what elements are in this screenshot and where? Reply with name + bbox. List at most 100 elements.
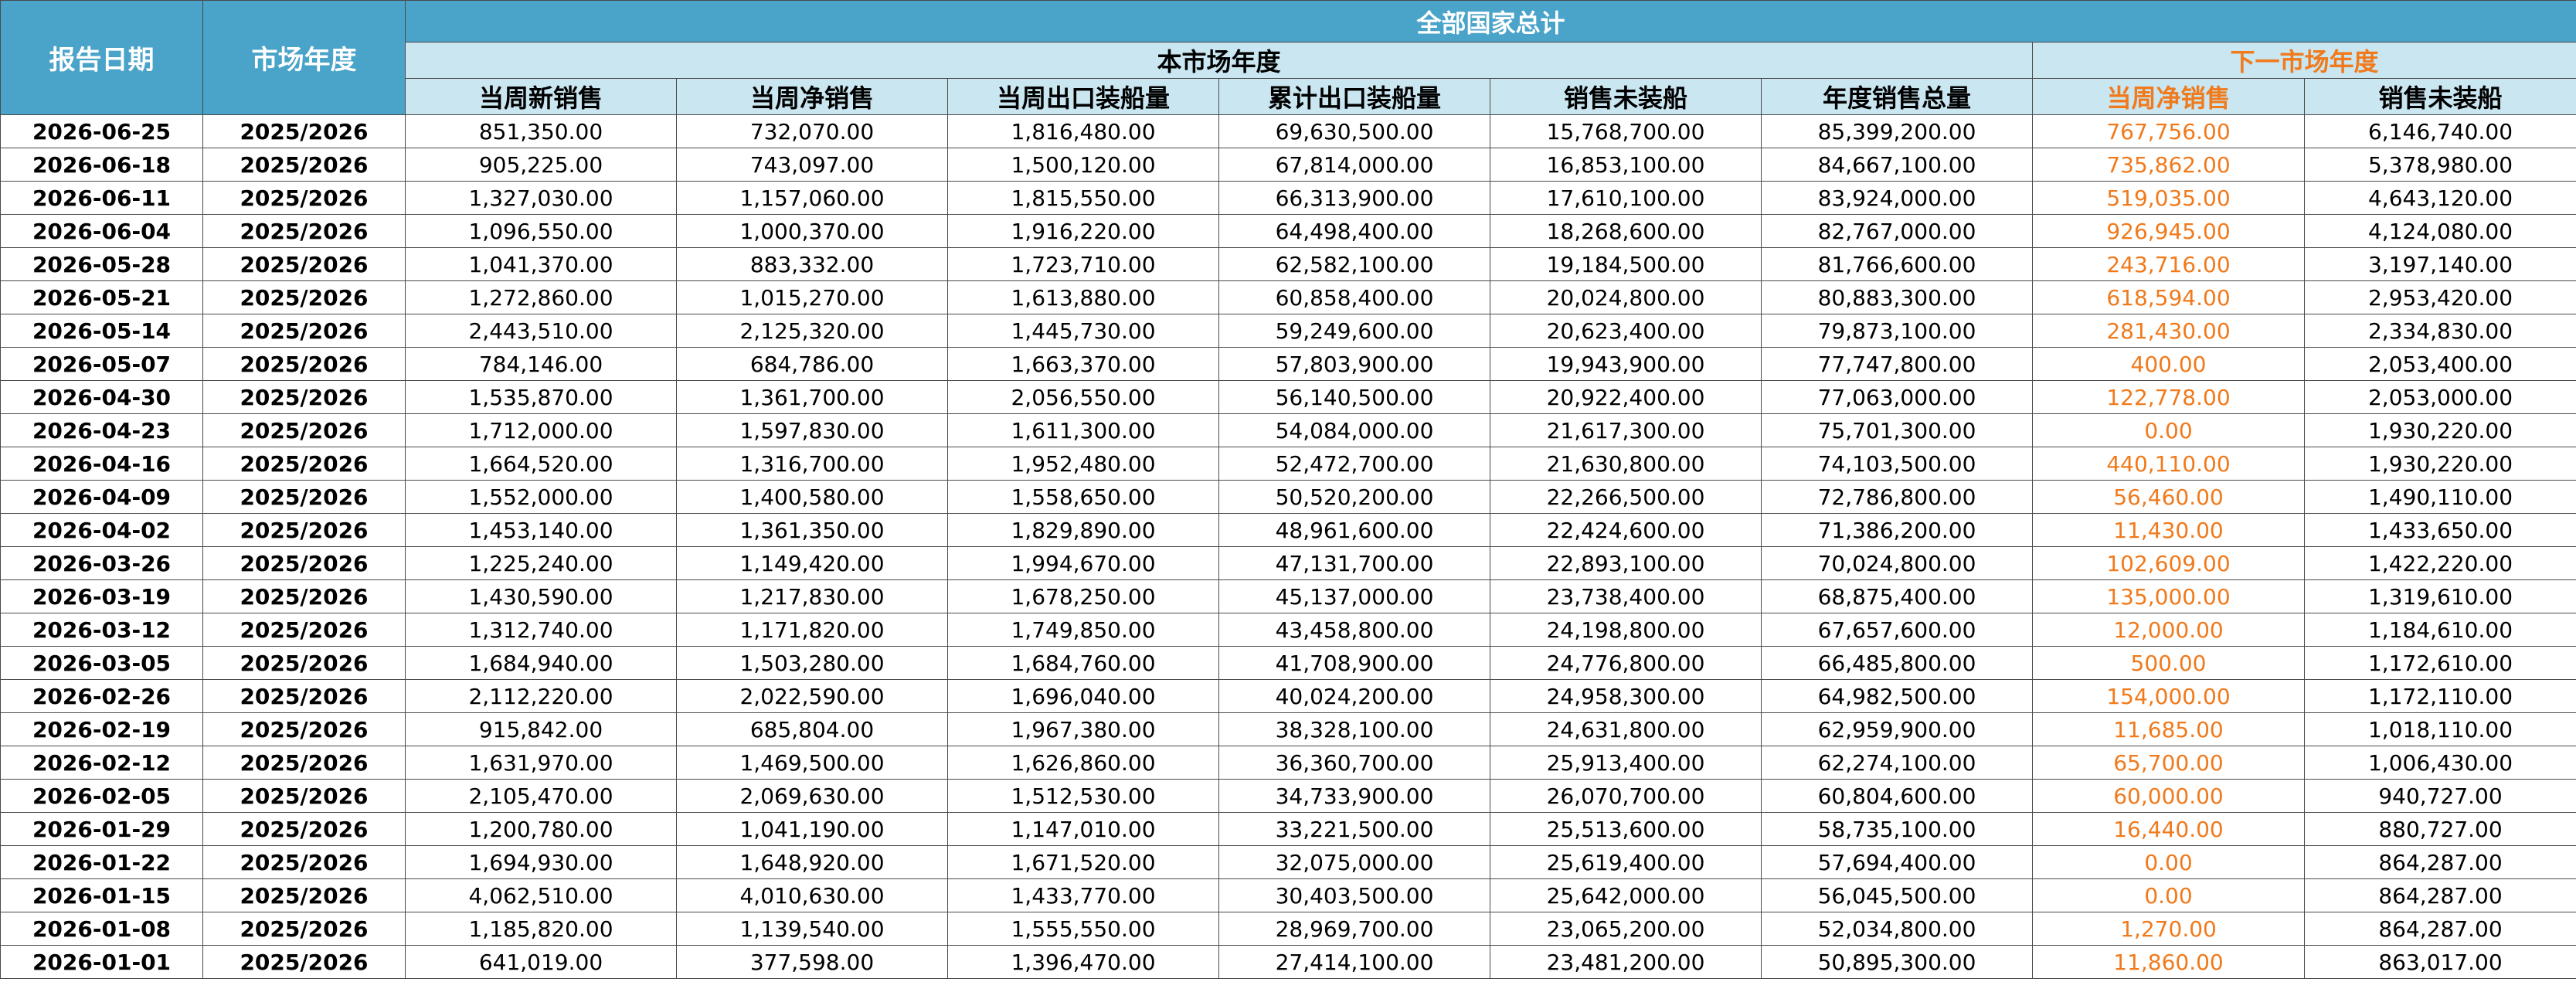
weekly-exports-cell: 1,967,380.00 xyxy=(947,712,1219,746)
total-commitments-cell: 82,767,000.00 xyxy=(1761,214,2033,248)
new-sales-cell: 1,552,000.00 xyxy=(405,480,677,514)
new-sales-cell: 4,062,510.00 xyxy=(405,878,677,912)
market-year-header: 市场年度 xyxy=(202,0,406,115)
net-sales-cell: 4,010,630.00 xyxy=(676,878,948,912)
report-date-cell: 2026-04-23 xyxy=(0,413,203,447)
new-sales-cell: 1,712,000.00 xyxy=(405,413,677,447)
table-row: 2026-01-29 2025/2026 1,200,780.00 1,041,190… xyxy=(0,812,2576,846)
new-sales-cell: 1,535,870.00 xyxy=(405,380,677,414)
net-sales-cell: 883,332.00 xyxy=(676,247,948,281)
net-sales-cell: 1,361,700.00 xyxy=(676,380,948,414)
weekly-exports-cell: 1,663,370.00 xyxy=(947,347,1219,381)
weekly-exports-cell: 1,916,220.00 xyxy=(947,214,1219,248)
outstanding-sales-cell: 24,198,800.00 xyxy=(1490,613,1762,647)
report-date-cell: 2026-04-02 xyxy=(0,513,203,547)
next-outstanding-cell: 4,643,120.00 xyxy=(2303,181,2576,215)
market-year-cell: 2025/2026 xyxy=(202,447,406,481)
net-sales-cell: 1,597,830.00 xyxy=(676,413,948,447)
next-outstanding-cell: 1,930,220.00 xyxy=(2303,413,2576,447)
net-sales-cell: 2,022,590.00 xyxy=(676,679,948,713)
report-date-cell: 2026-01-08 xyxy=(0,912,203,946)
net-sales-cell: 1,361,350.00 xyxy=(676,513,948,547)
weekly-exports-cell: 1,555,550.00 xyxy=(947,912,1219,946)
market-year-cell: 2025/2026 xyxy=(202,646,406,680)
next-net-sales-cell: 154,000.00 xyxy=(2032,679,2305,713)
net-sales-cell: 1,217,830.00 xyxy=(676,579,948,613)
column-header: 当周出口装船量 xyxy=(947,78,1219,115)
market-year-cell: 2025/2026 xyxy=(202,513,406,547)
next-outstanding-cell: 1,930,220.00 xyxy=(2303,447,2576,481)
new-sales-cell: 1,041,370.00 xyxy=(405,247,677,281)
new-sales-cell: 1,200,780.00 xyxy=(405,812,677,846)
weekly-exports-cell: 1,445,730.00 xyxy=(947,314,1219,348)
outstanding-sales-cell: 19,943,900.00 xyxy=(1490,347,1762,381)
report-date-cell: 2026-05-14 xyxy=(0,314,203,348)
new-sales-cell: 2,443,510.00 xyxy=(405,314,677,348)
next-net-sales-cell: 767,756.00 xyxy=(2032,114,2305,148)
new-sales-cell: 784,146.00 xyxy=(405,347,677,381)
cumulative-exports-cell: 36,360,700.00 xyxy=(1218,746,1490,780)
weekly-exports-cell: 1,613,880.00 xyxy=(947,280,1219,314)
table-row: 2026-01-01 2025/2026 641,019.00 377,598.00 1… xyxy=(0,945,2576,979)
net-sales-cell: 1,171,820.00 xyxy=(676,613,948,647)
next-outstanding-cell: 1,433,650.00 xyxy=(2303,513,2576,547)
new-sales-cell: 851,350.00 xyxy=(405,114,677,148)
net-sales-cell: 684,786.00 xyxy=(676,347,948,381)
next-net-sales-cell: 16,440.00 xyxy=(2032,812,2305,846)
total-commitments-cell: 62,959,900.00 xyxy=(1761,712,2033,746)
cumulative-exports-cell: 54,084,000.00 xyxy=(1218,413,1490,447)
outstanding-sales-cell: 24,631,800.00 xyxy=(1490,712,1762,746)
weekly-exports-cell: 1,626,860.00 xyxy=(947,746,1219,780)
table-row: 2026-06-25 2025/2026 851,350.00 732,070.00 1… xyxy=(0,114,2576,148)
next-outstanding-cell: 1,006,430.00 xyxy=(2303,746,2576,780)
report-date-cell: 2026-03-12 xyxy=(0,613,203,647)
next-outstanding-cell: 880,727.00 xyxy=(2303,812,2576,846)
net-sales-cell: 1,503,280.00 xyxy=(676,646,948,680)
weekly-exports-cell: 1,829,890.00 xyxy=(947,513,1219,547)
weekly-exports-cell: 1,611,300.00 xyxy=(947,413,1219,447)
report-date-cell: 2026-02-19 xyxy=(0,712,203,746)
cumulative-exports-cell: 40,024,200.00 xyxy=(1218,679,1490,713)
cumulative-exports-cell: 43,458,800.00 xyxy=(1218,613,1490,647)
outstanding-sales-cell: 22,266,500.00 xyxy=(1490,480,1762,514)
table-row: 2026-05-21 2025/2026 1,272,860.00 1,015,270… xyxy=(0,280,2576,314)
next-outstanding-cell: 3,197,140.00 xyxy=(2303,247,2576,281)
market-year-cell: 2025/2026 xyxy=(202,280,406,314)
cumulative-exports-cell: 38,328,100.00 xyxy=(1218,712,1490,746)
weekly-exports-cell: 1,696,040.00 xyxy=(947,679,1219,713)
cumulative-exports-cell: 59,249,600.00 xyxy=(1218,314,1490,348)
market-year-cell: 2025/2026 xyxy=(202,579,406,613)
next-outstanding-cell: 940,727.00 xyxy=(2303,779,2576,813)
weekly-exports-cell: 1,816,480.00 xyxy=(947,114,1219,148)
total-commitments-cell: 57,694,400.00 xyxy=(1761,845,2033,879)
new-sales-cell: 1,664,520.00 xyxy=(405,447,677,481)
total-commitments-cell: 60,804,600.00 xyxy=(1761,779,2033,813)
market-year-cell: 2025/2026 xyxy=(202,945,406,979)
weekly-exports-cell: 1,952,480.00 xyxy=(947,447,1219,481)
weekly-exports-cell: 1,558,650.00 xyxy=(947,480,1219,514)
market-year-cell: 2025/2026 xyxy=(202,878,406,912)
next-net-sales-cell: 11,430.00 xyxy=(2032,513,2305,547)
outstanding-sales-cell: 25,642,000.00 xyxy=(1490,878,1762,912)
cumulative-exports-cell: 28,969,700.00 xyxy=(1218,912,1490,946)
cumulative-exports-cell: 33,221,500.00 xyxy=(1218,812,1490,846)
outstanding-sales-cell: 22,893,100.00 xyxy=(1490,546,1762,580)
total-commitments-cell: 77,063,000.00 xyxy=(1761,380,2033,414)
net-sales-cell: 1,041,190.00 xyxy=(676,812,948,846)
next-net-sales-cell: 243,716.00 xyxy=(2032,247,2305,281)
next-net-sales-cell: 122,778.00 xyxy=(2032,380,2305,414)
report-date-cell: 2026-01-29 xyxy=(0,812,203,846)
next-outstanding-cell: 4,124,080.00 xyxy=(2303,214,2576,248)
cumulative-exports-cell: 64,498,400.00 xyxy=(1218,214,1490,248)
new-sales-cell: 1,272,860.00 xyxy=(405,280,677,314)
next-outstanding-cell: 864,287.00 xyxy=(2303,845,2576,879)
current-year-header: 本市场年度 xyxy=(405,42,2033,79)
cumulative-exports-cell: 57,803,900.00 xyxy=(1218,347,1490,381)
column-header: 年度销售总量 xyxy=(1761,78,2033,115)
market-year-cell: 2025/2026 xyxy=(202,214,406,248)
next-net-sales-cell: 500.00 xyxy=(2032,646,2305,680)
new-sales-cell: 1,631,970.00 xyxy=(405,746,677,780)
table-row: 2026-02-26 2025/2026 2,112,220.00 2,022,590… xyxy=(0,679,2576,713)
outstanding-sales-cell: 23,065,200.00 xyxy=(1490,912,1762,946)
total-commitments-cell: 58,735,100.00 xyxy=(1761,812,2033,846)
